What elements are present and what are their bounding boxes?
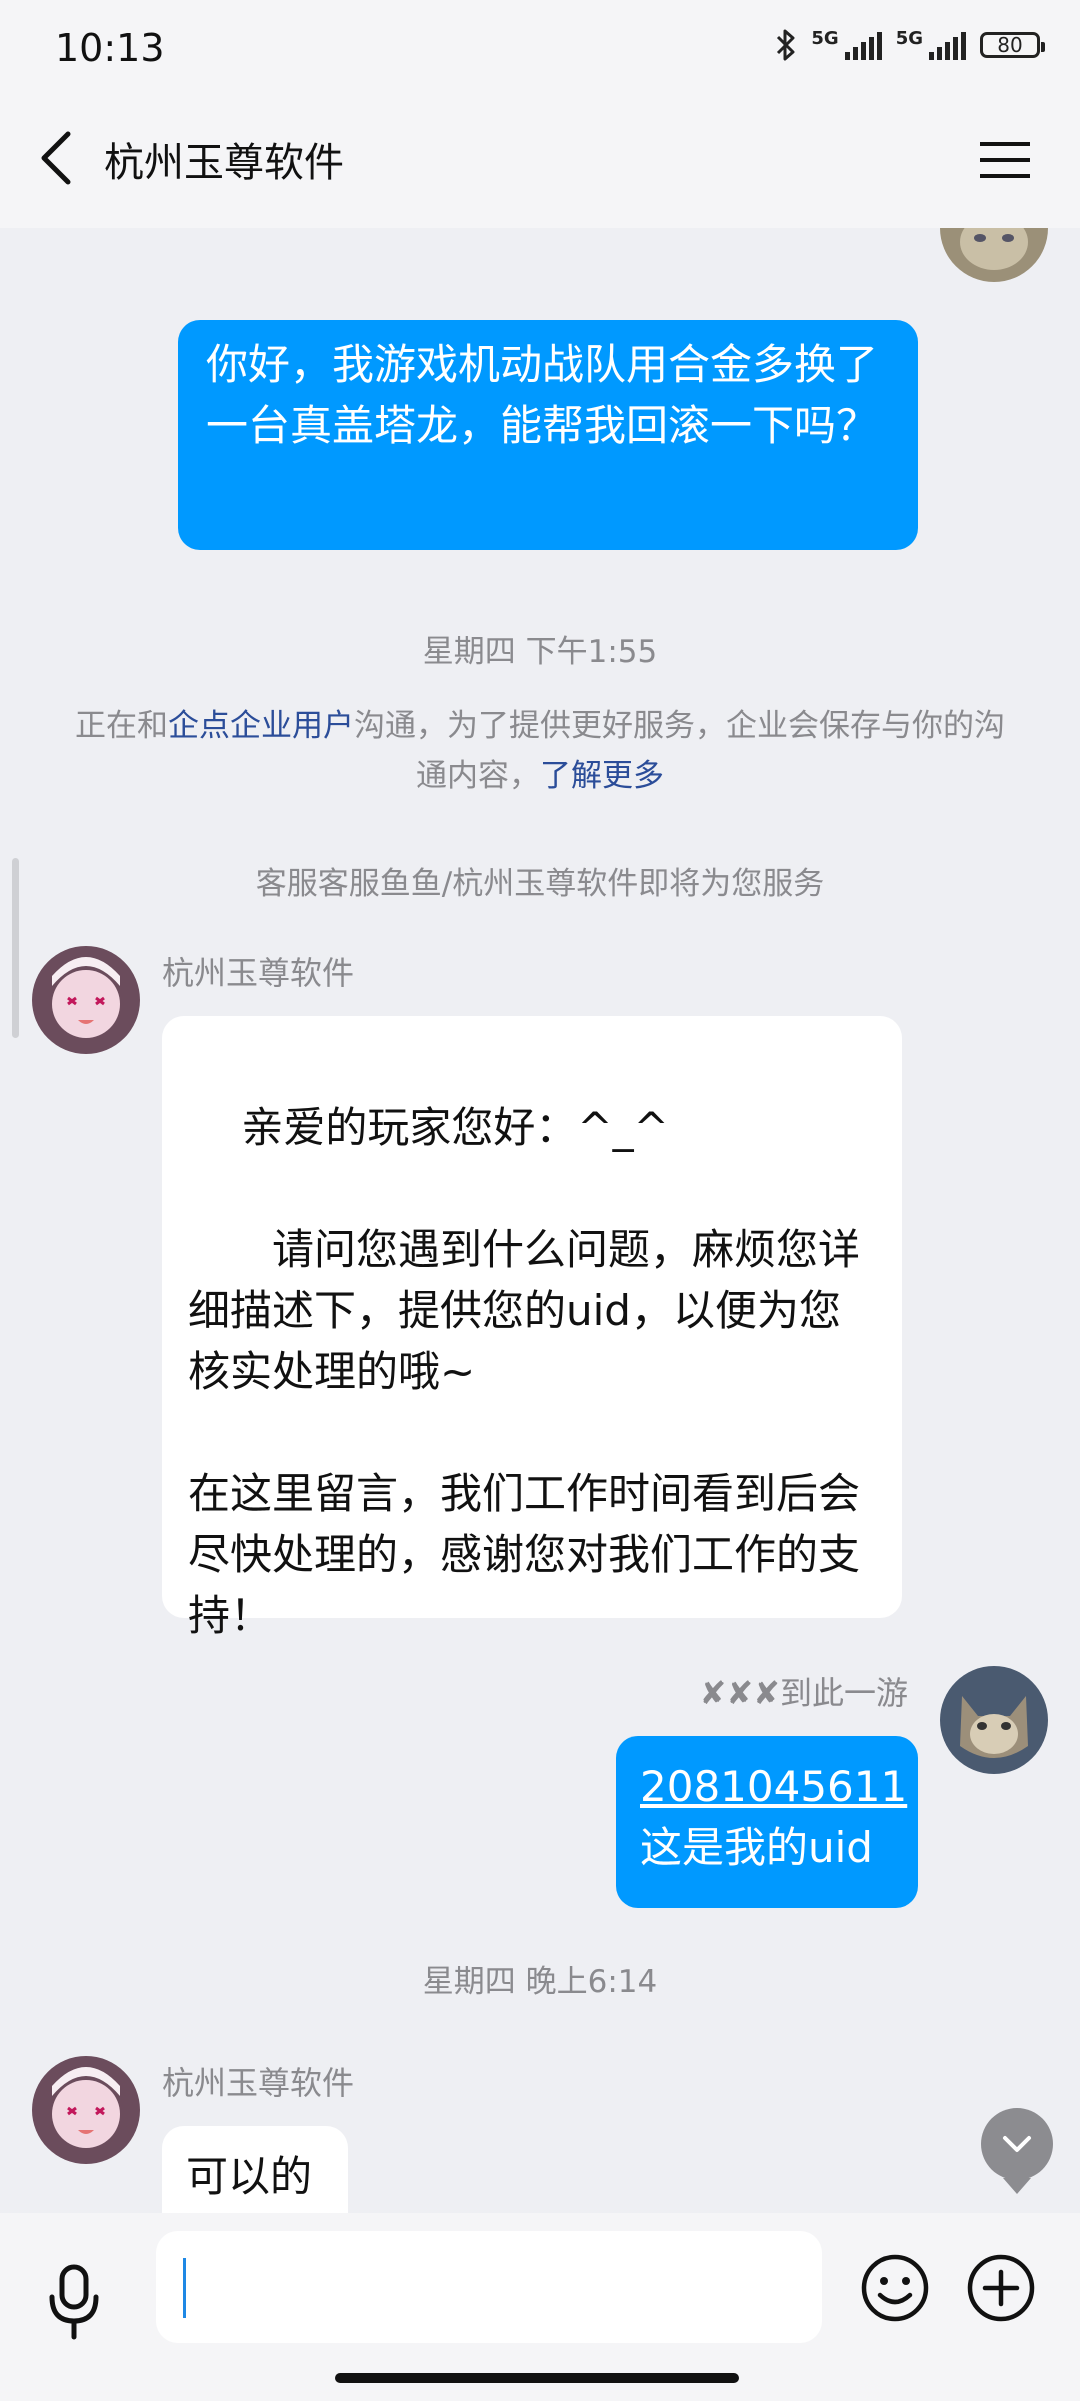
agent-name-1: 杭州玉尊软件 bbox=[162, 954, 355, 992]
status-icons: 5G 5G 80 bbox=[775, 28, 1045, 62]
timestamp-2: 星期四 晚上6:14 bbox=[422, 1964, 658, 2000]
back-arrow-icon[interactable] bbox=[36, 128, 76, 188]
enterprise-user-link[interactable]: 企点企业用户 bbox=[168, 708, 354, 744]
user-avatar-top[interactable] bbox=[940, 228, 1048, 282]
cat-avatar-icon bbox=[940, 228, 1048, 282]
chevron-down-icon bbox=[1003, 2136, 1031, 2152]
menu-icon[interactable] bbox=[980, 140, 1030, 180]
anime-avatar-icon bbox=[32, 946, 140, 1054]
signal-icon-2: 5G bbox=[896, 30, 966, 60]
chat-area[interactable]: 你好，我游戏机动战队用合金多换了一台真盖塔龙，能帮我回滚一下吗？ 星期四 下午1… bbox=[0, 228, 1080, 2213]
signal-icon-1: 5G bbox=[811, 30, 882, 60]
agent-message-2-text: 可以的 bbox=[186, 2152, 313, 2201]
learn-more-link[interactable]: 了解更多 bbox=[540, 758, 664, 794]
agent-message-1[interactable]: 亲爱的玩家您好：^_^ 请问您遇到什么问题，麻烦您详细描述下，提供您的uid，以… bbox=[162, 1016, 902, 1640]
privacy-notice: 正在和企点企业用户沟通，为了提供更好服务，企业会保存与你的沟通内容，了解更多 bbox=[75, 708, 1005, 794]
outgoing-message-uid[interactable]: 2081045611 这是我的uid bbox=[616, 1736, 918, 1908]
status-time: 10:13 bbox=[55, 26, 165, 70]
scroll-to-bottom-button[interactable] bbox=[981, 2108, 1053, 2194]
outgoing-message-1-text: 你好，我游戏机动战队用合金多换了一台真盖塔龙，能帮我回滚一下吗？ bbox=[206, 340, 879, 450]
uid-caption: 这是我的uid bbox=[640, 1823, 873, 1872]
user-name: ✘✘✘到此一游 bbox=[699, 1674, 908, 1712]
anime-avatar-icon-2 bbox=[32, 2056, 140, 2164]
agent-avatar-2[interactable] bbox=[32, 2056, 140, 2164]
service-notice: 客服客服鱼鱼/杭州玉尊软件即将为您服务 bbox=[255, 866, 825, 902]
agent-name-2: 杭州玉尊软件 bbox=[162, 2064, 355, 2102]
battery-icon: 80 bbox=[980, 32, 1045, 58]
input-bar bbox=[0, 2213, 1080, 2401]
bluetooth-icon bbox=[777, 29, 795, 61]
home-indicator[interactable] bbox=[335, 2373, 739, 2383]
agent-message-1-text: 亲爱的玩家您好：^_^ 请问您遇到什么问题，麻烦您详细描述下，提供您的uid，以… bbox=[188, 1103, 861, 1640]
uid-link[interactable]: 2081045611 bbox=[640, 1756, 918, 1817]
message-input[interactable] bbox=[156, 2231, 822, 2343]
battery-level: 80 bbox=[997, 33, 1023, 57]
chat-title: 杭州玉尊软件 bbox=[104, 140, 344, 186]
emoji-icon[interactable] bbox=[860, 2253, 930, 2323]
agent-avatar-1[interactable] bbox=[32, 946, 140, 1054]
top-bar: 10:13 5G 5G 80 杭州玉尊软件 bbox=[0, 0, 1080, 228]
text-caret bbox=[183, 2258, 186, 2318]
microphone-icon[interactable] bbox=[44, 2263, 104, 2343]
timestamp-1: 星期四 下午1:55 bbox=[422, 634, 658, 670]
plus-icon[interactable] bbox=[966, 2253, 1036, 2323]
user-avatar[interactable] bbox=[940, 1666, 1048, 1774]
agent-message-2[interactable]: 可以的 bbox=[162, 2126, 348, 2213]
cat-avatar-icon-2 bbox=[940, 1666, 1048, 1774]
outgoing-message-1[interactable]: 你好，我游戏机动战队用合金多换了一台真盖塔龙，能帮我回滚一下吗？ bbox=[178, 320, 918, 550]
